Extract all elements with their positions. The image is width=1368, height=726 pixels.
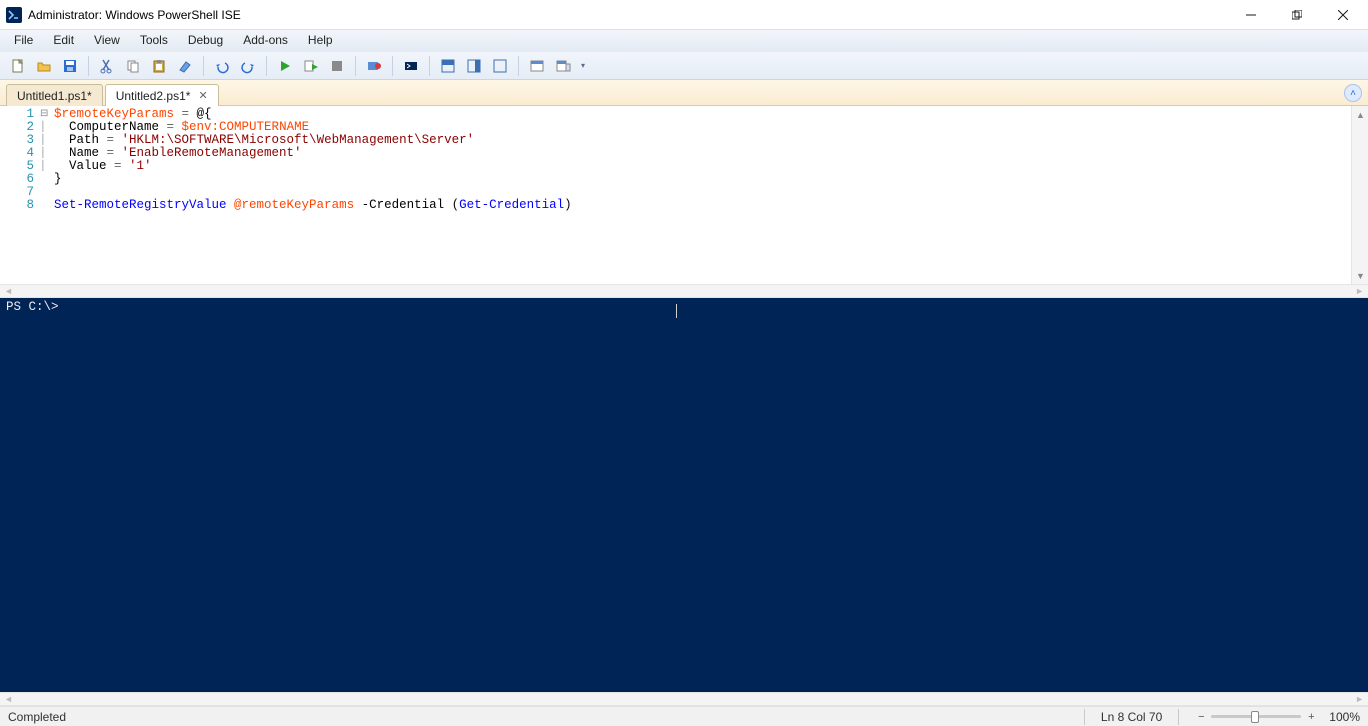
toolbar-separator	[203, 56, 204, 76]
maximize-button[interactable]	[1274, 0, 1320, 30]
zoom-out-icon[interactable]: −	[1195, 711, 1207, 723]
minimize-button[interactable]	[1228, 0, 1274, 30]
toolbar-separator	[355, 56, 356, 76]
collapse-script-pane-icon[interactable]: ˄	[1344, 84, 1362, 102]
toolbar-separator	[88, 56, 89, 76]
fold-column[interactable]: ⊟ ││││	[40, 106, 52, 284]
tab-label: Untitled2.ps1*	[116, 89, 191, 103]
tab-untitled2[interactable]: Untitled2.ps1* ✕	[105, 84, 219, 106]
menu-help[interactable]: Help	[298, 30, 343, 52]
tab-untitled1[interactable]: Untitled1.ps1*	[6, 84, 103, 106]
scroll-right-icon[interactable]: ►	[1355, 286, 1364, 296]
scroll-right-icon[interactable]: ►	[1355, 694, 1364, 704]
zoom-in-icon[interactable]: +	[1305, 711, 1317, 723]
title-bar: Administrator: Windows PowerShell ISE	[0, 0, 1368, 30]
menu-file[interactable]: File	[4, 30, 43, 52]
show-command-addon-icon[interactable]	[551, 54, 575, 78]
toolbar-separator	[518, 56, 519, 76]
show-script-right-icon[interactable]	[462, 54, 486, 78]
zoom-slider[interactable]: − +	[1195, 711, 1317, 723]
scroll-up-icon[interactable]: ▲	[1352, 106, 1368, 123]
status-bar: Completed Ln 8 Col 70 − + 100%	[0, 706, 1368, 726]
code-line[interactable]: Value = '1'	[54, 160, 1351, 173]
menu-bar: File Edit View Tools Debug Add-ons Help	[0, 30, 1368, 52]
show-command-icon[interactable]	[525, 54, 549, 78]
line-number-gutter: 1 2 3 4 5 6 7 8	[0, 106, 40, 284]
paste-icon[interactable]	[147, 54, 171, 78]
eraser-icon[interactable]	[173, 54, 197, 78]
menu-view[interactable]: View	[84, 30, 130, 52]
undo-icon[interactable]	[210, 54, 234, 78]
scroll-left-icon[interactable]: ◄	[4, 286, 13, 296]
copy-icon[interactable]	[121, 54, 145, 78]
toolbar-overflow-icon[interactable]: ▾	[577, 61, 589, 70]
breakpoint-icon[interactable]	[362, 54, 386, 78]
open-folder-icon[interactable]	[32, 54, 56, 78]
title-bar-left: Administrator: Windows PowerShell ISE	[6, 7, 241, 23]
toolbar: ▾	[0, 52, 1368, 80]
statusbar-separator	[1084, 709, 1085, 725]
save-icon[interactable]	[58, 54, 82, 78]
status-text: Completed	[8, 710, 66, 724]
toolbar-separator	[266, 56, 267, 76]
app-icon	[6, 7, 22, 23]
console-pane[interactable]: PS C:\>	[0, 298, 1368, 692]
console-horizontal-scrollbar[interactable]: ◄ ►	[0, 692, 1368, 706]
toolbar-separator	[429, 56, 430, 76]
script-editor[interactable]: 1 2 3 4 5 6 7 8 ⊟ ││││ $remoteKeyParams …	[0, 106, 1368, 284]
zoom-thumb[interactable]	[1251, 711, 1259, 723]
code-line[interactable]: Set-RemoteRegistryValue @remoteKeyParams…	[54, 199, 1351, 212]
console-prompt: PS C:\>	[6, 300, 59, 314]
menu-tools[interactable]: Tools	[130, 30, 178, 52]
menu-edit[interactable]: Edit	[43, 30, 84, 52]
cut-icon[interactable]	[95, 54, 119, 78]
scroll-down-icon[interactable]: ▼	[1352, 267, 1368, 284]
show-script-max-icon[interactable]	[488, 54, 512, 78]
run-script-icon[interactable]	[273, 54, 297, 78]
stop-icon[interactable]	[325, 54, 349, 78]
menu-addons[interactable]: Add-ons	[233, 30, 298, 52]
code-line[interactable]: }	[54, 173, 1351, 186]
zoom-track[interactable]	[1211, 715, 1301, 718]
window-title: Administrator: Windows PowerShell ISE	[28, 8, 241, 22]
cursor-position: Ln 8 Col 70	[1101, 710, 1162, 724]
text-cursor-icon	[676, 304, 677, 318]
tab-bar: Untitled1.ps1* Untitled2.ps1* ✕ ˄	[0, 80, 1368, 106]
show-script-top-icon[interactable]	[436, 54, 460, 78]
new-file-icon[interactable]	[6, 54, 30, 78]
redo-icon[interactable]	[236, 54, 260, 78]
scroll-left-icon[interactable]: ◄	[4, 694, 13, 704]
run-selection-icon[interactable]	[299, 54, 323, 78]
tab-label: Untitled1.ps1*	[17, 89, 92, 103]
editor-vertical-scrollbar[interactable]: ▲ ▼	[1351, 106, 1368, 284]
code-area[interactable]: $remoteKeyParams = @{ ComputerName = $en…	[52, 106, 1351, 284]
editor-horizontal-scrollbar[interactable]: ◄ ►	[0, 284, 1368, 298]
zoom-level: 100%	[1329, 710, 1360, 724]
statusbar-separator	[1178, 709, 1179, 725]
tab-close-icon[interactable]: ✕	[198, 89, 207, 102]
toolbar-separator	[392, 56, 393, 76]
code-line[interactable]: Name = 'EnableRemoteManagement'	[54, 147, 1351, 160]
new-remote-tab-icon[interactable]	[399, 54, 423, 78]
close-button[interactable]	[1320, 0, 1366, 30]
menu-debug[interactable]: Debug	[178, 30, 233, 52]
window-controls	[1228, 0, 1366, 30]
